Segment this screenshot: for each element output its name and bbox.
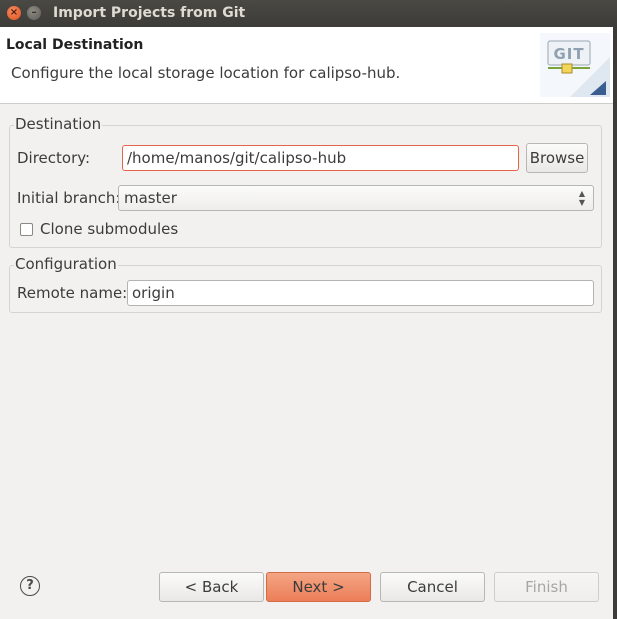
git-logo-icon: GIT	[540, 33, 610, 97]
git-logo-text: GIT	[553, 45, 584, 63]
initial-branch-label: Initial branch:	[17, 189, 121, 207]
back-button[interactable]: < Back	[159, 572, 264, 602]
window-edge	[613, 27, 617, 619]
finish-button: Finish	[494, 572, 599, 602]
window-title: Import Projects from Git	[53, 5, 246, 21]
remote-name-label: Remote name:	[17, 284, 128, 302]
remote-name-input[interactable]: origin	[127, 280, 594, 306]
directory-input[interactable]: /home/manos/git/calipso-hub	[122, 145, 519, 171]
directory-label: Directory:	[17, 149, 91, 167]
wizard-header: Local Destination Configure the local st…	[0, 27, 613, 104]
page-title: Local Destination	[6, 37, 144, 53]
initial-branch-value: master	[124, 189, 177, 207]
initial-branch-select[interactable]: master ▲ ▼	[118, 185, 594, 211]
help-icon[interactable]: ?	[20, 576, 40, 596]
next-button[interactable]: Next >	[266, 572, 371, 602]
title-bar: × – Import Projects from Git	[0, 0, 617, 27]
page-description: Configure the local storage location for…	[11, 64, 401, 82]
minimize-icon[interactable]: –	[27, 6, 41, 20]
configuration-legend: Configuration	[14, 255, 118, 273]
select-arrows-icon: ▲ ▼	[578, 189, 585, 207]
browse-button[interactable]: Browse	[526, 143, 588, 173]
cancel-button[interactable]: Cancel	[380, 572, 485, 602]
destination-legend: Destination	[14, 115, 103, 133]
clone-submodules-checkbox[interactable]	[20, 223, 33, 236]
clone-submodules-label[interactable]: Clone submodules	[40, 220, 178, 238]
close-icon[interactable]: ×	[7, 6, 21, 20]
